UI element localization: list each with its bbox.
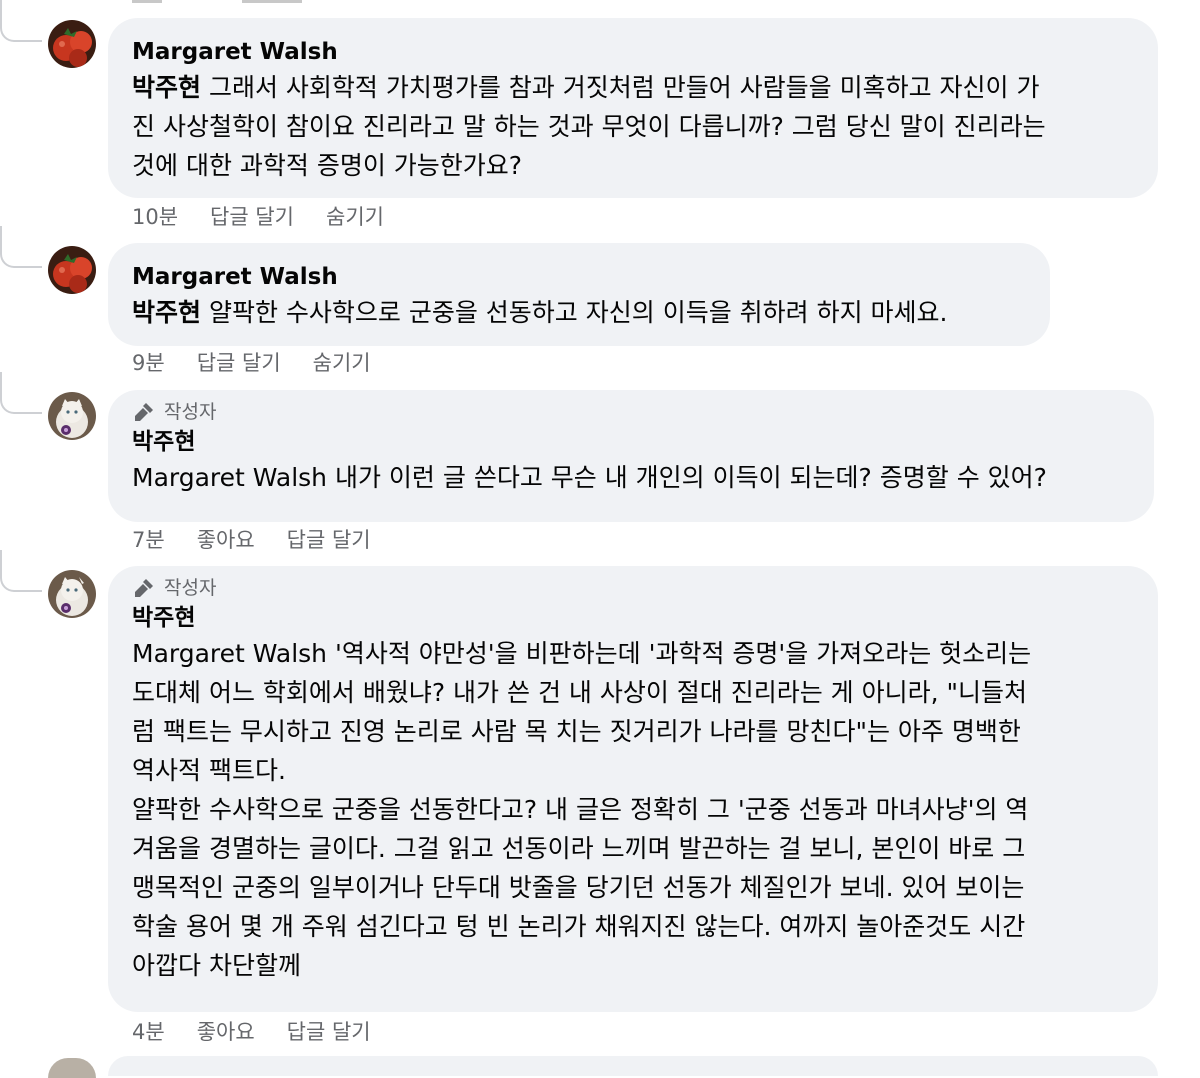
comment-bubble: 작성자 박주현 Margaret Walsh '역사적 야만성'을 비판하는데 … [108,566,1158,1012]
author-badge-label: 작성자 [164,401,217,423]
thread-connector [0,0,42,42]
next-avatar [48,1058,96,1078]
comment-actions: 10분 답글 달기 숨기기 [132,202,384,232]
cut-off-row [132,0,332,6]
cat-avatar[interactable] [48,392,96,440]
thread-connector [0,550,42,592]
comment-actions: 7분 좋아요 답글 달기 [132,525,371,555]
timestamp[interactable]: 7분 [132,525,165,555]
comment-bubble: Margaret Walsh 박주현 얄팍한 수사학으로 군중을 선동하고 자신… [108,243,1050,346]
comment-text: 박주현 얄팍한 수사학으로 군중을 선동하고 자신의 이득을 취하려 하지 마세… [132,298,948,327]
reply-button[interactable]: 답글 달기 [197,348,281,378]
microphone-icon [135,403,153,421]
author-name[interactable]: Margaret Walsh [132,261,1026,293]
hide-button[interactable]: 숨기기 [313,348,371,378]
hide-button[interactable]: 숨기기 [326,202,384,232]
comment-text: Margaret Walsh '역사적 야만성'을 비판하는데 '과학적 증명'… [132,639,1032,980]
comment-text: Margaret Walsh 내가 이런 글 쓴다고 무슨 내 개인의 이득이 … [132,463,1047,492]
tomato-avatar[interactable] [48,20,96,68]
next-comment-bubble [108,1056,1158,1076]
timestamp[interactable]: 9분 [132,348,165,378]
comment-text: 박주현 그래서 사회학적 가치평가를 참과 거짓처럼 만들어 사람들을 미혹하고… [132,73,1046,180]
mention-link[interactable]: 박주현 [132,73,201,102]
reply-button[interactable]: 답글 달기 [210,202,294,232]
comment-actions: 9분 답글 달기 숨기기 [132,348,371,378]
timestamp[interactable]: 4분 [132,1017,165,1047]
reply-button[interactable]: 답글 달기 [287,525,371,555]
author-badge: 작성자 [132,398,1130,426]
thread-connector [0,372,42,414]
reply-button[interactable]: 답글 달기 [287,1017,371,1047]
author-name[interactable]: 박주현 [132,426,1130,458]
mention-link[interactable]: 박주현 [132,298,201,327]
tomato-avatar[interactable] [48,246,96,294]
like-button[interactable]: 좋아요 [197,1017,255,1047]
author-badge-label: 작성자 [164,577,217,599]
cat-avatar[interactable] [48,570,96,618]
thread-connector [0,226,42,268]
author-badge: 작성자 [132,574,1134,602]
comment-bubble: Margaret Walsh 박주현 그래서 사회학적 가치평가를 참과 거짓처… [108,18,1158,198]
microphone-icon [135,579,153,597]
author-name[interactable]: 박주현 [132,602,1134,634]
comment-actions: 4분 좋아요 답글 달기 [132,1017,371,1047]
timestamp[interactable]: 10분 [132,202,178,232]
comment-bubble: 작성자 박주현 Margaret Walsh 내가 이런 글 쓴다고 무슨 내 … [108,390,1154,522]
author-name[interactable]: Margaret Walsh [132,36,1134,68]
like-button[interactable]: 좋아요 [197,525,255,555]
